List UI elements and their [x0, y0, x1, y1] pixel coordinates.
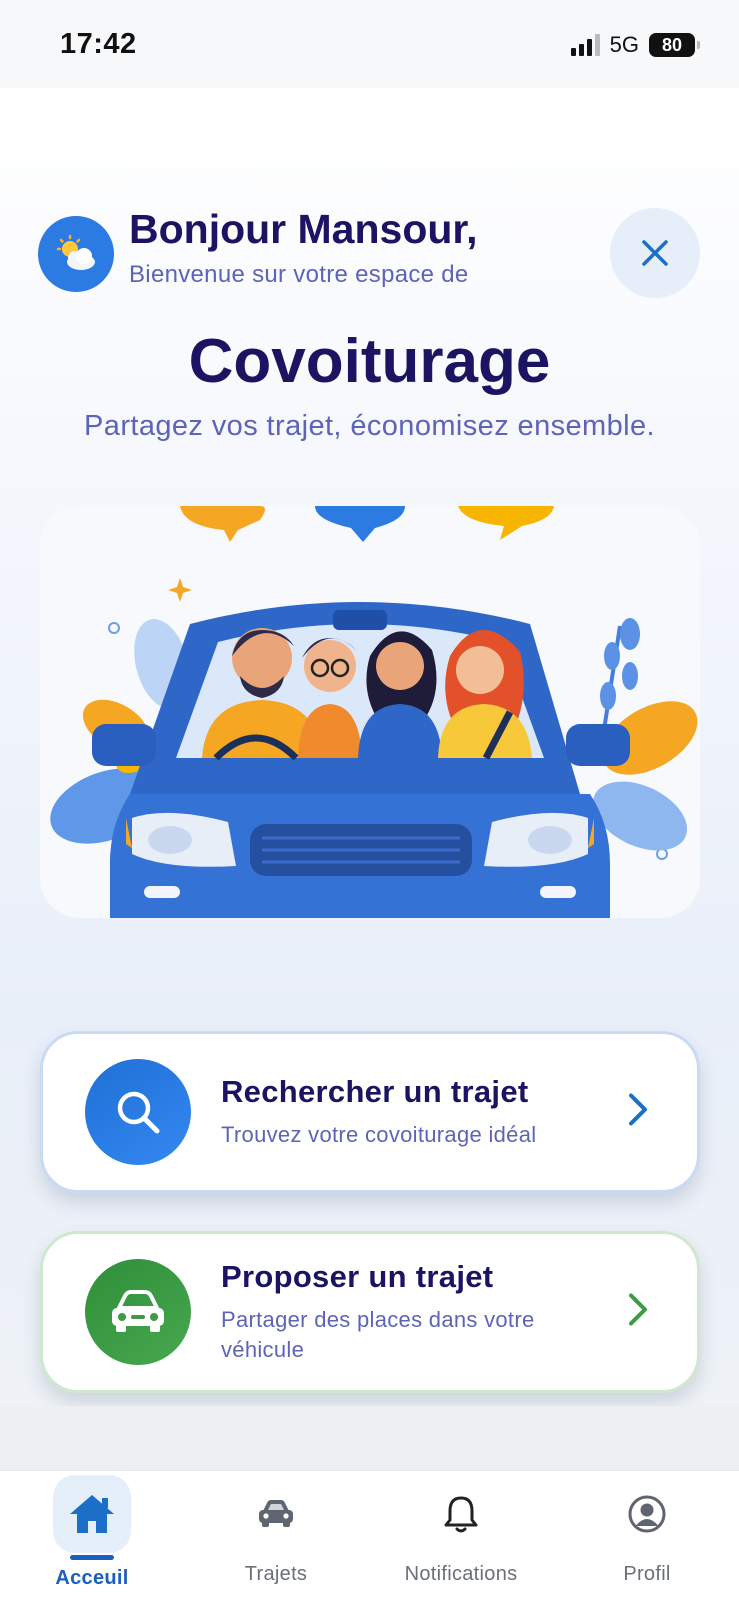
signal-icon [570, 34, 600, 56]
search-trip-subtitle: Trouvez votre covoiturage idéal [221, 1122, 537, 1147]
tab-notifications-label: Notifications [404, 1563, 518, 1585]
status-indicators: 5G 80 [570, 32, 700, 58]
greeting-block: Bonjour Mansour, Bienvenue sur votre esp… [129, 206, 478, 289]
tab-trips-label: Trajets [244, 1563, 308, 1585]
home-icon [53, 1475, 131, 1553]
tab-profile-label: Profil [623, 1563, 671, 1585]
greeting-subtitle: Bienvenue sur votre espace de [129, 261, 469, 288]
chevron-right-icon [627, 1093, 649, 1132]
search-trip-title: Rechercher un trajet [221, 1074, 529, 1109]
page-title: Covoiturage [188, 327, 551, 396]
page-subtitle: Partagez vos trajet, économisez ensemble… [84, 410, 655, 442]
greeting-title: Bonjour Mansour, [129, 206, 478, 252]
status-time: 17:42 [60, 28, 137, 60]
propose-trip-subtitle: Partager des places dans votre véhicule [221, 1307, 535, 1362]
propose-trip-card[interactable]: Proposer un trajet Partager des places d… [40, 1231, 700, 1393]
close-button[interactable] [610, 208, 700, 298]
tab-profile[interactable]: Profil [572, 1471, 722, 1600]
home-screen: Bonjour Mansour, Bienvenue sur votre esp… [0, 88, 739, 1406]
propose-trip-title: Proposer un trajet [221, 1259, 494, 1294]
user-circle-icon [608, 1475, 686, 1553]
chevron-right-icon [627, 1293, 649, 1332]
content-bottom-spacer [0, 1406, 739, 1470]
tab-notifications[interactable]: Notifications [386, 1471, 536, 1600]
close-icon [642, 240, 668, 266]
status-bar: 17:42 5G 80 [0, 0, 739, 88]
tab-home[interactable]: Acceuil [17, 1471, 167, 1600]
car-icon [237, 1475, 315, 1553]
car-icon [85, 1259, 191, 1365]
search-icon [85, 1059, 191, 1165]
search-trip-card[interactable]: Rechercher un trajet Trouvez votre covoi… [40, 1031, 700, 1193]
sun-behind-cloud-icon [38, 216, 114, 292]
bottom-tab-bar: Acceuil Trajets Notifications Profil [0, 1470, 739, 1600]
active-tab-indicator [70, 1555, 114, 1560]
network-type: 5G [609, 32, 639, 57]
tab-trips[interactable]: Trajets [201, 1471, 351, 1600]
tab-home-label: Acceuil [55, 1567, 129, 1589]
battery-icon: 80 [649, 33, 700, 57]
carpool-illustration [40, 506, 700, 918]
bell-icon [422, 1475, 500, 1553]
